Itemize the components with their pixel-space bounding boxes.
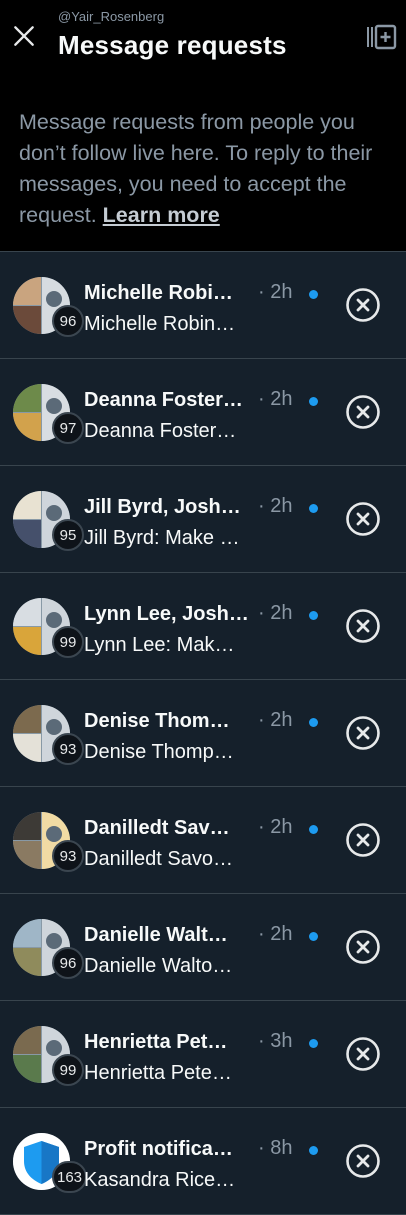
dismiss-request-button[interactable] (345, 394, 381, 430)
message-preview: Jill Byrd: Make … (84, 527, 240, 549)
request-row[interactable]: 93 Denise Thom… · 2h Denise Thomp… (0, 680, 406, 787)
info-panel: Message requests from people you don’t f… (0, 76, 406, 252)
request-time: · 2h (258, 281, 293, 303)
unread-dot-icon (309, 504, 318, 513)
message-preview: Michelle Robin… (84, 313, 236, 335)
unread-dot-icon (309, 397, 318, 406)
close-button[interactable] (8, 20, 40, 52)
learn-more-link[interactable]: Learn more (103, 203, 220, 227)
request-time: · 3h (258, 1030, 293, 1052)
request-name: Deanna Foster… (84, 389, 243, 411)
dismiss-request-button[interactable] (345, 1143, 381, 1179)
request-time: · 2h (258, 495, 293, 517)
member-count-badge: 95 (52, 519, 84, 551)
unread-dot-icon (309, 611, 318, 620)
page-title: Message requests (58, 30, 287, 60)
compose-icon (367, 24, 397, 50)
dismiss-circle-x-icon (346, 609, 380, 643)
member-count-badge: 93 (52, 840, 84, 872)
message-preview: Denise Thomp… (84, 741, 234, 763)
request-name: Denise Thom… (84, 710, 230, 732)
message-preview: Henrietta Pete… (84, 1062, 232, 1084)
member-count-badge: 97 (52, 412, 84, 444)
message-preview: Deanna Foster… (84, 420, 237, 442)
dismiss-request-button[interactable] (345, 287, 381, 323)
request-time: · 8h (258, 1137, 293, 1159)
dismiss-request-button[interactable] (345, 822, 381, 858)
unread-dot-icon (309, 932, 318, 941)
request-name: Profit notifica… (84, 1138, 233, 1160)
close-icon (14, 26, 34, 46)
dismiss-request-button[interactable] (345, 501, 381, 537)
request-name: Henrietta Pet… (84, 1031, 228, 1053)
request-name: Lynn Lee, Josh… (84, 603, 249, 625)
message-preview: Danielle Walto… (84, 955, 233, 977)
dismiss-request-button[interactable] (345, 608, 381, 644)
compose-button[interactable] (364, 20, 400, 54)
request-time: · 2h (258, 602, 293, 624)
request-row[interactable]: 99 Henrietta Pet… · 3h Henrietta Pete… (0, 1001, 406, 1108)
dismiss-circle-x-icon (346, 502, 380, 536)
request-row[interactable]: 99 Lynn Lee, Josh… · 2h Lynn Lee: Mak… (0, 573, 406, 680)
account-handle: @Yair_Rosenberg (58, 9, 165, 24)
dismiss-request-button[interactable] (345, 929, 381, 965)
dismiss-request-button[interactable] (345, 1036, 381, 1072)
unread-dot-icon (309, 825, 318, 834)
member-count-badge: 163 (52, 1161, 88, 1193)
request-time: · 2h (258, 816, 293, 838)
request-row[interactable]: 96 Danielle Walt… · 2h Danielle Walto… (0, 894, 406, 1001)
request-name: Jill Byrd, Josh… (84, 496, 241, 518)
member-count-badge: 99 (52, 626, 84, 658)
member-count-badge: 96 (52, 947, 84, 979)
request-row[interactable]: 93 Danilledt Sav… · 2h Danilledt Savo… (0, 787, 406, 894)
dismiss-circle-x-icon (346, 395, 380, 429)
dismiss-circle-x-icon (346, 823, 380, 857)
message-preview: Lynn Lee: Mak… (84, 634, 235, 656)
request-row[interactable]: 163 Profit notifica… · 8h Kasandra Rice… (0, 1108, 406, 1215)
request-row[interactable]: 96 Michelle Robi… · 2h Michelle Robin… (0, 252, 406, 359)
member-count-badge: 99 (52, 1054, 84, 1086)
dismiss-circle-x-icon (346, 930, 380, 964)
request-name: Danilledt Sav… (84, 817, 230, 839)
unread-dot-icon (309, 290, 318, 299)
request-row[interactable]: 97 Deanna Foster… · 2h Deanna Foster… (0, 359, 406, 466)
member-count-badge: 93 (52, 733, 84, 765)
request-row[interactable]: 95 Jill Byrd, Josh… · 2h Jill Byrd: Make… (0, 466, 406, 573)
request-time: · 2h (258, 388, 293, 410)
dismiss-circle-x-icon (346, 1037, 380, 1071)
unread-dot-icon (309, 1039, 318, 1048)
dismiss-circle-x-icon (346, 1144, 380, 1178)
request-time: · 2h (258, 923, 293, 945)
dismiss-request-button[interactable] (345, 715, 381, 751)
message-preview: Kasandra Rice… (84, 1169, 236, 1191)
request-time: · 2h (258, 709, 293, 731)
message-preview: Danilledt Savo… (84, 848, 233, 870)
info-text: Message requests from people you don’t f… (19, 107, 394, 231)
header-bar: @Yair_Rosenberg Message requests (0, 0, 406, 76)
unread-dot-icon (309, 718, 318, 727)
unread-dot-icon (309, 1146, 318, 1155)
member-count-badge: 96 (52, 305, 84, 337)
message-request-list: 96 Michelle Robi… · 2h Michelle Robin… 9… (0, 252, 406, 1215)
dismiss-circle-x-icon (346, 288, 380, 322)
request-name: Danielle Walt… (84, 924, 228, 946)
dismiss-circle-x-icon (346, 716, 380, 750)
request-name: Michelle Robi… (84, 282, 233, 304)
